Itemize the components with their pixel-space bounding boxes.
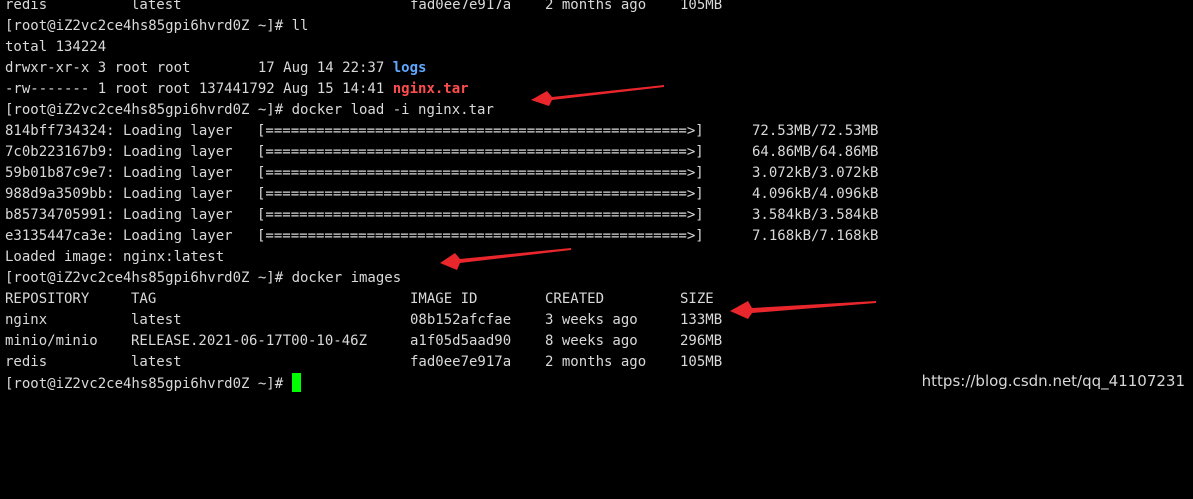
command-text: docker images: [291, 270, 402, 286]
image-id: fad0ee7e917a: [410, 354, 512, 370]
table-row: nginx latest 08b152afcfae 3 weeks ago 13…: [5, 310, 1193, 331]
layer-progress-row: 59b01b87c9e7: Loading layer [===========…: [5, 163, 1193, 184]
layer-size: 7.168kB/7.168kB: [752, 228, 879, 244]
layer-size: 4.096kB/4.096kB: [752, 186, 879, 202]
layer-progress-row: b85734705991: Loading layer [===========…: [5, 205, 1193, 226]
image-size: 296MB: [680, 333, 723, 349]
layer-progress-bar: [=======================================…: [257, 144, 704, 160]
partial-image-id: fad0ee7e917a: [410, 0, 512, 13]
shell-prompt: [root@iZ2vc2ce4hs85gpi6hvrd0Z ~]#: [5, 270, 292, 286]
image-id: a1f05d5aad90: [410, 333, 512, 349]
shell-prompt: [root@iZ2vc2ce4hs85gpi6hvrd0Z ~]#: [5, 18, 292, 34]
layer-size: 3.072kB/3.072kB: [752, 165, 879, 181]
image-repository: redis: [5, 354, 48, 370]
images-table-header: REPOSITORY TAG IMAGE ID CREATED SIZE: [5, 289, 1193, 310]
ls-row: drwxr-xr-x 3 root root 17 Aug 14 22:37 l…: [5, 58, 1193, 79]
layer-id: 988d9a3509bb: Loading layer: [5, 186, 242, 202]
command-line-ll: [root@iZ2vc2ce4hs85gpi6hvrd0Z ~]# ll: [5, 16, 1193, 37]
image-repository: nginx: [5, 312, 48, 328]
column-header-tag: TAG: [131, 291, 157, 307]
ls-row-details: drwxr-xr-x 3 root root 17 Aug 14 22:37: [5, 60, 393, 76]
layer-progress-bar: [=======================================…: [257, 207, 704, 223]
partial-size: 105MB: [680, 0, 723, 13]
text-cursor: [291, 373, 301, 392]
layer-progress-row: 814bff734324: Loading layer [===========…: [5, 121, 1193, 142]
layer-progress-row: e3135447ca3e: Loading layer [===========…: [5, 226, 1193, 247]
command-text: ll: [291, 18, 309, 34]
layer-progress-row: 988d9a3509bb: Loading layer [===========…: [5, 184, 1193, 205]
terminal-window[interactable]: redis latest fad0ee7e917a 2 months ago 1…: [5, 0, 1193, 394]
command-text: docker load -i nginx.tar: [291, 102, 494, 118]
ls-row: -rw------- 1 root root 137441792 Aug 15 …: [5, 79, 1193, 100]
command-line-docker-load: [root@iZ2vc2ce4hs85gpi6hvrd0Z ~]# docker…: [5, 100, 1193, 121]
layer-id: 59b01b87c9e7: Loading layer: [5, 165, 242, 181]
directory-name: logs: [392, 60, 427, 76]
column-header-size: SIZE: [680, 291, 714, 307]
layer-id: e3135447ca3e: Loading layer: [5, 228, 242, 244]
layer-id: b85734705991: Loading layer: [5, 207, 242, 223]
layer-progress-row: 7c0b223167b9: Loading layer [===========…: [5, 142, 1193, 163]
image-tag: latest: [131, 354, 182, 370]
layer-progress-bar: [=======================================…: [257, 165, 704, 181]
image-created: 2 months ago: [545, 354, 647, 370]
column-header-repository: REPOSITORY: [5, 291, 90, 307]
layer-progress-bar: [=======================================…: [257, 123, 704, 139]
table-row: redis latest fad0ee7e917a 2 months ago 1…: [5, 352, 1193, 373]
layer-size: 3.584kB/3.584kB: [752, 207, 879, 223]
shell-prompt: [root@iZ2vc2ce4hs85gpi6hvrd0Z ~]#: [5, 376, 292, 392]
watermark: https://blog.csdn.net/qq_41107231: [921, 372, 1185, 390]
loaded-image-message: Loaded image: nginx:latest: [5, 249, 225, 265]
layer-id: 7c0b223167b9: Loading layer: [5, 144, 242, 160]
image-size: 133MB: [680, 312, 723, 328]
partial-created: 2 months ago: [545, 0, 647, 13]
ls-row-details: -rw------- 1 root root 137441792 Aug 15 …: [5, 81, 393, 97]
image-id: 08b152afcfae: [410, 312, 512, 328]
image-tag: RELEASE.2021-06-17T00-10-46Z: [131, 333, 368, 349]
layer-size: 64.86MB/64.86MB: [752, 144, 879, 160]
image-tag: latest: [131, 312, 182, 328]
layer-size: 72.53MB/72.53MB: [752, 123, 879, 139]
partial-tag: latest: [131, 0, 182, 13]
ls-total: total 134224: [5, 39, 107, 55]
image-created: 3 weeks ago: [545, 312, 638, 328]
partial-repository: redis: [5, 0, 48, 13]
archive-file-name: nginx.tar: [392, 81, 469, 97]
table-row: minio/minio RELEASE.2021-06-17T00-10-46Z…: [5, 331, 1193, 352]
shell-prompt: [root@iZ2vc2ce4hs85gpi6hvrd0Z ~]#: [5, 102, 292, 118]
layer-progress-bar: [=======================================…: [257, 186, 704, 202]
image-repository: minio/minio: [5, 333, 98, 349]
layer-id: 814bff734324: Loading layer: [5, 123, 242, 139]
terminal-line-partial: redis latest fad0ee7e917a 2 months ago 1…: [5, 0, 1193, 16]
column-header-image-id: IMAGE ID: [410, 291, 478, 307]
command-line-docker-images: [root@iZ2vc2ce4hs85gpi6hvrd0Z ~]# docker…: [5, 268, 1193, 289]
image-created: 8 weeks ago: [545, 333, 638, 349]
layer-progress-bar: [=======================================…: [257, 228, 704, 244]
image-size: 105MB: [680, 354, 723, 370]
column-header-created: CREATED: [545, 291, 605, 307]
